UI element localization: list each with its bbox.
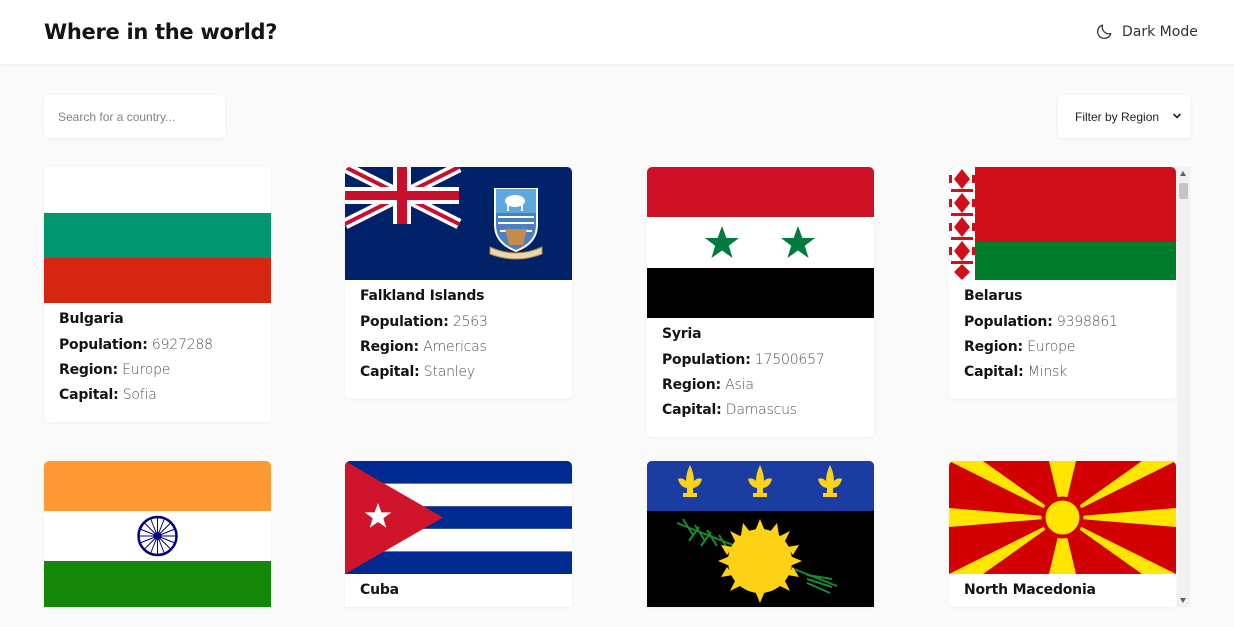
country-name: Bulgaria bbox=[59, 311, 124, 327]
capital-label: Capital: bbox=[662, 402, 722, 418]
country-name: North Macedonia bbox=[964, 582, 1096, 598]
filter-label: Filter by Region bbox=[1075, 109, 1160, 124]
population-value: 2563 bbox=[452, 314, 488, 330]
region-value: Asia bbox=[725, 377, 754, 393]
region-filter-select[interactable]: Filter by Region bbox=[1058, 95, 1191, 138]
population-label: Population: bbox=[964, 314, 1053, 330]
dark-mode-toggle[interactable]: Dark Mode bbox=[1095, 22, 1198, 41]
region-row: Region: Europe bbox=[59, 362, 256, 378]
flag-falkland-islands bbox=[345, 167, 572, 280]
country-name: Falkland Islands bbox=[360, 288, 485, 304]
dark-mode-label: Dark Mode bbox=[1122, 23, 1198, 40]
capital-label: Capital: bbox=[964, 364, 1024, 380]
flag-guadeloupe bbox=[647, 461, 874, 607]
population-row: Population: 9398861 bbox=[964, 314, 1161, 330]
region-value: Europe bbox=[122, 362, 171, 378]
capital-value: Damascus bbox=[725, 402, 797, 418]
capital-value: Minsk bbox=[1027, 364, 1067, 380]
search-box bbox=[44, 95, 225, 138]
flag-bulgaria bbox=[44, 167, 271, 303]
country-card[interactable]: Belarus Population: 9398861 Region: Euro… bbox=[949, 167, 1176, 399]
country-card[interactable]: Bulgaria Population: 6927288 Region: Eur… bbox=[44, 167, 271, 422]
flag-belarus bbox=[949, 167, 1176, 280]
capital-row: Capital: Damascus bbox=[662, 402, 859, 418]
country-card[interactable] bbox=[44, 461, 271, 607]
population-row: Population: 6927288 bbox=[59, 337, 256, 353]
flag-india bbox=[44, 461, 271, 607]
population-row: Population: 17500657 bbox=[662, 352, 859, 368]
country-name: Cuba bbox=[360, 582, 399, 598]
region-row: Region: Asia bbox=[662, 377, 859, 393]
scroll-up-arrow-icon[interactable] bbox=[1180, 171, 1186, 176]
scroll-down-arrow-icon[interactable] bbox=[1180, 598, 1186, 603]
capital-row: Capital: Stanley bbox=[360, 364, 557, 380]
population-value: 6927288 bbox=[151, 337, 213, 353]
country-name: Belarus bbox=[964, 288, 1023, 304]
country-card[interactable]: Falkland Islands Population: 2563 Region… bbox=[345, 167, 572, 399]
population-row: Population: 2563 bbox=[360, 314, 557, 330]
chevron-down-icon bbox=[1172, 113, 1182, 119]
capital-row: Capital: Minsk bbox=[964, 364, 1161, 380]
capital-value: Stanley bbox=[423, 364, 475, 380]
flag-north-macedonia bbox=[949, 461, 1176, 574]
population-label: Population: bbox=[59, 337, 148, 353]
flag-cuba bbox=[345, 461, 572, 574]
region-row: Region: Americas bbox=[360, 339, 557, 355]
header-bar: Where in the world? Dark Mode bbox=[0, 0, 1234, 64]
country-card[interactable]: Syria Population: 17500657 Region: Asia … bbox=[647, 167, 874, 437]
population-label: Population: bbox=[662, 352, 751, 368]
capital-label: Capital: bbox=[59, 387, 119, 403]
capital-row: Capital: Sofia bbox=[59, 387, 256, 403]
country-card[interactable]: North Macedonia bbox=[949, 461, 1176, 607]
capital-label: Capital: bbox=[360, 364, 420, 380]
scrollbar[interactable] bbox=[1177, 167, 1190, 607]
population-value: 17500657 bbox=[754, 352, 825, 368]
flag-syria bbox=[647, 167, 874, 318]
region-label: Region: bbox=[59, 362, 118, 378]
region-value: Americas bbox=[423, 339, 487, 355]
region-label: Region: bbox=[964, 339, 1023, 355]
region-label: Region: bbox=[662, 377, 721, 393]
scrollbar-thumb[interactable] bbox=[1179, 183, 1188, 199]
population-label: Population: bbox=[360, 314, 449, 330]
country-card[interactable] bbox=[647, 461, 874, 607]
country-card[interactable]: Cuba bbox=[345, 461, 572, 607]
country-name: Syria bbox=[662, 326, 702, 342]
page-title: Where in the world? bbox=[44, 20, 278, 44]
search-input[interactable] bbox=[44, 95, 225, 138]
region-value: Europe bbox=[1027, 339, 1076, 355]
capital-value: Sofia bbox=[122, 387, 157, 403]
population-value: 9398861 bbox=[1056, 314, 1118, 330]
region-label: Region: bbox=[360, 339, 419, 355]
moon-icon bbox=[1097, 24, 1112, 39]
region-row: Region: Europe bbox=[964, 339, 1161, 355]
